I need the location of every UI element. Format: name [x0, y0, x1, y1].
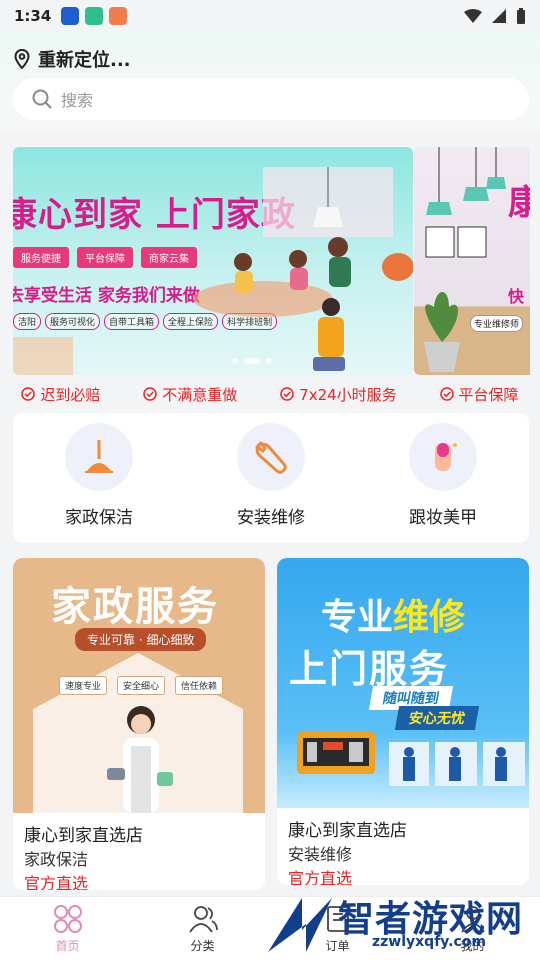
- product-image-line1: 专业维修: [321, 588, 465, 640]
- guarantee-item: 平台保障: [439, 384, 519, 405]
- banner-next-sub: 快: [508, 287, 525, 306]
- guarantee-item: 不满意重做: [143, 384, 237, 405]
- broom-icon: [85, 440, 113, 473]
- guarantee-item: 7x24小时服务: [280, 384, 397, 405]
- promo-banner[interactable]: 康心到家 上门家政 服务便捷 平台保障 商家云集 去享受生活 家务我们来做 洁阳…: [13, 147, 413, 375]
- location-label: 重新定位...: [38, 50, 131, 71]
- wifi-icon: [464, 9, 482, 23]
- category-label: 跟妆美甲: [409, 508, 477, 528]
- product-image-line2: 上门服务: [289, 647, 450, 691]
- nail-icon: [435, 443, 457, 471]
- status-bar: 1:34: [0, 0, 540, 32]
- guarantee-label: 不满意重做: [162, 385, 238, 404]
- product-image: 家政服务 专业可靠 · 细心细致 速度专业 安全细心 信任依赖: [13, 558, 265, 813]
- watermark-logo-icon: [268, 898, 332, 952]
- category-label: 安装维修: [237, 508, 305, 528]
- line1-a: 专业: [321, 597, 394, 638]
- product-image-features: 速度专业 安全细心 信任依赖: [59, 676, 224, 695]
- location-selector[interactable]: 重新定位...: [14, 46, 131, 72]
- status-time: 1:34: [14, 7, 52, 25]
- tab-category[interactable]: 分类: [135, 897, 270, 960]
- guarantee-label: 7x24小时服务: [299, 385, 397, 404]
- feature-chip: 速度专业: [59, 676, 108, 695]
- banner-pager: [232, 358, 272, 364]
- store-name: 康心到家直选店: [288, 821, 407, 841]
- watermark-url: zzwlyxqfy.com: [372, 934, 486, 950]
- category-repair[interactable]: 安装维修: [206, 423, 336, 543]
- category-makeup-nails[interactable]: 跟妆美甲: [378, 423, 508, 543]
- people-icon: [188, 905, 218, 933]
- check-circle-icon: [439, 387, 454, 401]
- tab-label: 分类: [190, 938, 215, 953]
- check-circle-icon: [280, 387, 294, 401]
- product-card-housekeeping[interactable]: 家政服务 专业可靠 · 细心细致 速度专业 安全细心 信任依赖 康心到家直选店 …: [13, 558, 265, 890]
- guarantee-label: 平台保障: [458, 385, 519, 404]
- search-placeholder: 搜索: [61, 91, 94, 110]
- search-icon: [32, 89, 52, 109]
- heart-app-icon: [109, 7, 128, 25]
- app-notification-icon: [61, 7, 80, 25]
- check-circle-icon: [21, 387, 36, 401]
- tab-label: 首页: [55, 938, 80, 953]
- category-label: 家政保洁: [65, 508, 133, 528]
- store-name: 康心到家直选店: [24, 826, 143, 846]
- category-panel: 家政保洁 安装维修 跟妆美甲: [13, 413, 529, 543]
- category-housekeeping[interactable]: 家政保洁: [34, 423, 164, 543]
- official-tag: 官方直选: [288, 869, 353, 885]
- banner-illustration: [13, 167, 413, 375]
- guarantee-strip: 迟到必赔 不满意重做 7x24小时服务 平台保障: [0, 380, 540, 408]
- category-icon-circle: [237, 423, 305, 491]
- battery-icon: [517, 8, 525, 24]
- wrench-icon: [255, 441, 287, 474]
- feature-chip: 安全细心: [117, 676, 166, 695]
- product-image-tag: 安心无忧: [394, 706, 480, 730]
- guarantee-item: 迟到必赔: [21, 384, 100, 405]
- service-name: 安装维修: [288, 845, 353, 864]
- promo-banner-next[interactable]: 康 专业维修师 快: [414, 147, 530, 375]
- tab-home[interactable]: 首页: [0, 897, 135, 960]
- watermark-overlay: 智者游戏网 zzwlyxqfy.com: [262, 890, 540, 960]
- service-name: 家政保洁: [24, 850, 89, 869]
- product-card-repair[interactable]: 专业维修 上门服务 随叫随到 安心无忧 康心到家直选店 安装维修 官方直选: [277, 558, 529, 885]
- pager-dot[interactable]: [232, 358, 238, 364]
- guarantee-label: 迟到必赔: [40, 385, 101, 404]
- signal-icon: [492, 9, 506, 23]
- line1-b: 维修: [393, 597, 466, 638]
- product-image-badge: 专业可靠 · 细心细致: [75, 628, 207, 651]
- product-image-title: 家政服务: [51, 584, 219, 630]
- technician-illustration: [389, 742, 525, 786]
- product-image: 专业维修 上门服务 随叫随到 安心无忧: [277, 558, 529, 808]
- pager-dot[interactable]: [266, 358, 272, 364]
- check-circle-icon: [143, 387, 158, 401]
- location-pin-icon: [14, 49, 30, 69]
- cleaner-illustration: [107, 706, 173, 813]
- feature-chip: 信任依赖: [175, 676, 224, 695]
- home-grid-icon: [53, 904, 82, 933]
- pager-dot-active[interactable]: [244, 358, 260, 364]
- banner-next-title: 康: [508, 183, 530, 223]
- car-app-icon: [85, 7, 104, 25]
- toolbox-illustration: [297, 732, 375, 774]
- official-tag: 官方直选: [24, 874, 89, 890]
- category-icon-circle: [409, 423, 477, 491]
- banner-next-tag: 专业维修师: [470, 315, 524, 332]
- category-icon-circle: [65, 423, 133, 491]
- search-input[interactable]: 搜索: [13, 78, 529, 120]
